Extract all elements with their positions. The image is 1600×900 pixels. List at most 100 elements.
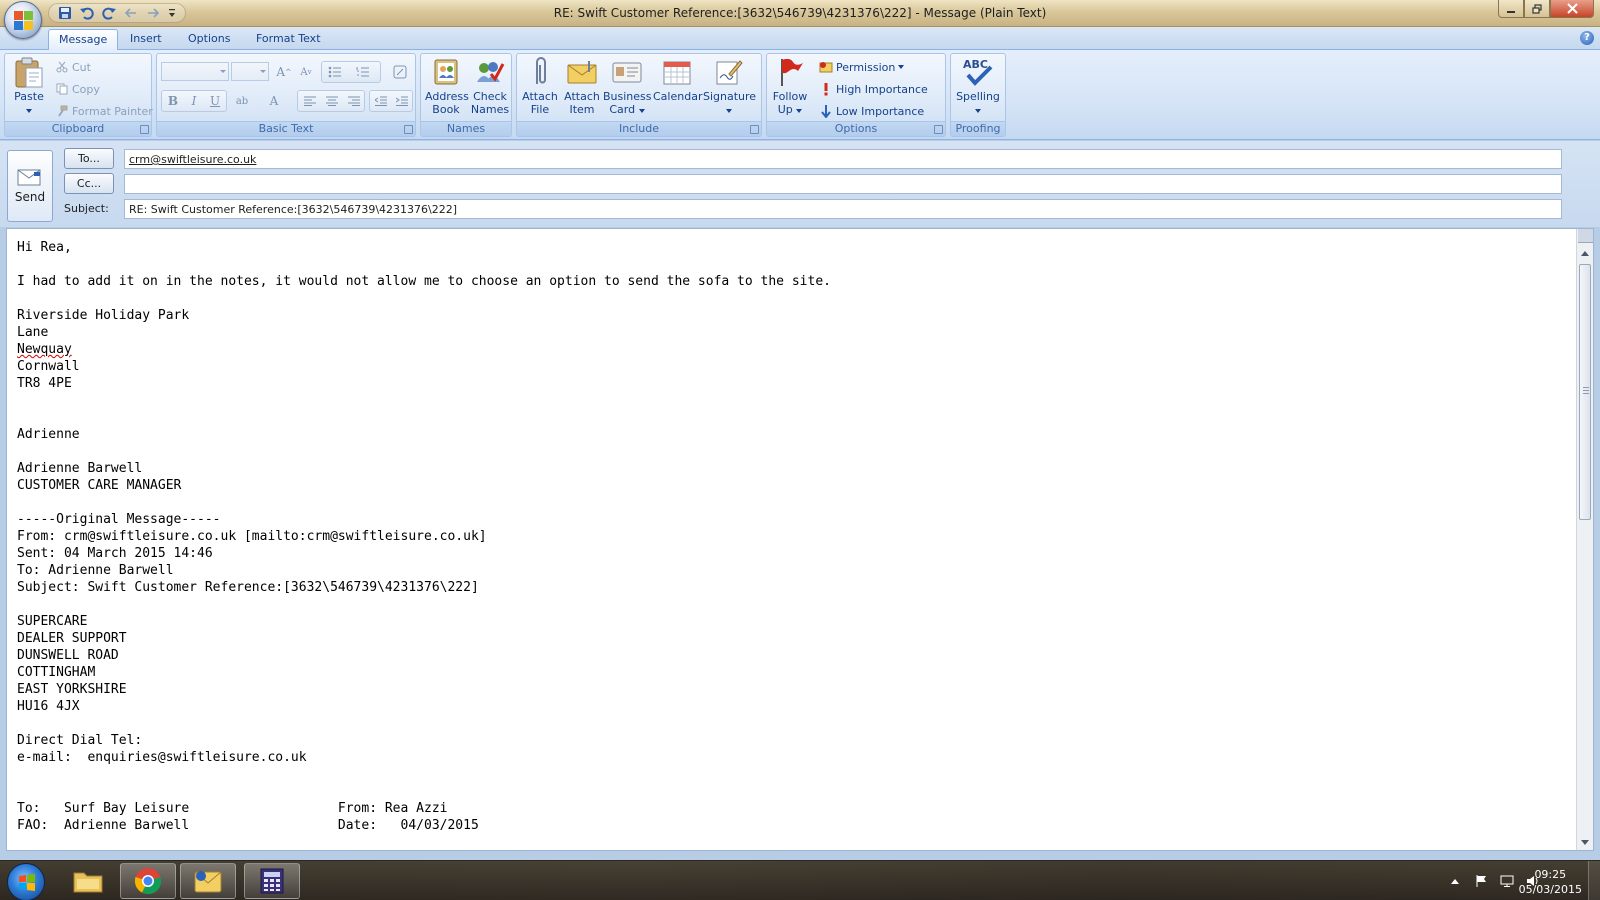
cut-button[interactable]: Cut <box>55 58 91 76</box>
basic-text-dialog-launcher-icon[interactable] <box>404 125 413 134</box>
paste-icon <box>13 56 45 88</box>
high-importance-label: High Importance <box>836 82 928 96</box>
font-color-icon[interactable]: A <box>263 91 285 111</box>
attach-file-button[interactable]: Attach File <box>519 56 561 116</box>
vertical-scrollbar[interactable] <box>1576 229 1593 850</box>
help-icon[interactable]: ? <box>1580 31 1594 45</box>
numbering-icon[interactable] <box>352 62 374 82</box>
high-importance-button[interactable]: High Importance <box>819 80 928 98</box>
title-bar: RE: Swift Customer Reference:[3632\54673… <box>0 0 1600 27</box>
shrink-font-icon[interactable]: Av <box>295 62 317 82</box>
attach-item-label-line2: Item <box>569 103 595 116</box>
align-right-icon[interactable] <box>343 91 365 111</box>
clipboard-group: Paste Cut Copy Format Painter Clipboard <box>4 53 153 137</box>
close-icon[interactable] <box>1550 0 1594 18</box>
format-painter-button[interactable]: Format Painter <box>55 102 153 120</box>
office-button[interactable] <box>4 1 42 39</box>
low-importance-button[interactable]: Low Importance <box>819 102 924 120</box>
tab-options[interactable]: Options <box>178 29 240 50</box>
check-names-button[interactable]: Check Names <box>469 56 511 116</box>
address-book-button[interactable]: Address Book <box>425 56 469 116</box>
to-button[interactable]: To... <box>64 148 114 169</box>
body-line: e-mail: enquiries@swiftleisure.co.uk <box>17 750 307 765</box>
business-card-label-line1: Business <box>603 90 652 103</box>
minimize-icon[interactable] <box>1498 0 1524 18</box>
window-title: RE: Swift Customer Reference:[3632\54673… <box>553 6 1047 20</box>
options-group: Follow Up Permission High Importance Low… <box>766 53 946 137</box>
tab-format-text[interactable]: Format Text <box>246 29 331 50</box>
chevron-down-icon <box>260 70 266 73</box>
taskbar-chrome-button[interactable] <box>120 863 176 899</box>
options-dialog-launcher-icon[interactable] <box>934 125 943 134</box>
increase-indent-icon[interactable] <box>391 91 413 111</box>
paste-button[interactable]: Paste <box>9 56 49 116</box>
envelope-icon <box>566 56 598 88</box>
decrease-indent-icon[interactable] <box>370 91 392 111</box>
copy-button[interactable]: Copy <box>55 80 100 98</box>
business-card-button[interactable]: Business Card <box>603 56 652 116</box>
taskbar-outlook-button[interactable] <box>180 863 236 899</box>
tab-insert[interactable]: Insert <box>120 29 172 50</box>
signature-button[interactable]: Signature <box>703 56 757 116</box>
include-group: Attach File Attach Item Business Card Ca… <box>516 53 762 137</box>
italic-icon[interactable]: I <box>183 91 205 111</box>
signature-icon <box>713 56 745 88</box>
taskbar-explorer-button[interactable] <box>60 863 116 899</box>
address-book-label-line1: Address <box>425 90 469 103</box>
cc-field[interactable] <box>124 174 1562 194</box>
attach-item-label-line1: Attach <box>564 90 600 103</box>
message-body-editor[interactable]: Hi Rea, I had to add it on in the notes,… <box>6 228 1594 851</box>
bullets-icon[interactable] <box>324 62 346 82</box>
message-body-text[interactable]: Hi Rea, I had to add it on in the notes,… <box>17 239 1557 844</box>
show-hidden-icons-icon[interactable] <box>1448 874 1462 888</box>
business-card-icon <box>611 56 643 88</box>
subject-field[interactable]: RE: Swift Customer Reference:[3632\54673… <box>124 199 1562 219</box>
start-button[interactable] <box>7 863 45 900</box>
permission-button[interactable]: Permission <box>819 58 905 76</box>
body-line <box>17 596 1557 613</box>
subject-label: Subject: <box>64 202 109 215</box>
ruler-toggle-icon[interactable] <box>1578 229 1593 243</box>
align-left-icon[interactable] <box>299 91 321 111</box>
options-group-label: Options <box>767 121 945 136</box>
spelling-button[interactable]: ABC Spelling <box>953 56 1003 116</box>
include-dialog-launcher-icon[interactable] <box>750 125 759 134</box>
send-button[interactable]: Send <box>7 150 53 222</box>
recipient-address[interactable]: crm@swiftleisure.co.uk <box>129 153 256 166</box>
underline-icon[interactable]: U <box>204 91 226 111</box>
clipboard-dialog-launcher-icon[interactable] <box>140 125 149 134</box>
cc-button[interactable]: Cc... <box>64 173 114 194</box>
align-center-icon[interactable] <box>321 91 343 111</box>
signature-label: Signature <box>703 90 757 103</box>
indent-buttons <box>369 90 413 112</box>
body-line: Subject: Swift Customer Reference:[3632\… <box>17 580 479 595</box>
grow-font-icon[interactable]: A ^ <box>273 62 295 82</box>
names-group: Address Book Check Names Names <box>420 53 512 137</box>
follow-up-label-line1: Follow <box>772 90 808 103</box>
follow-up-button[interactable]: Follow Up <box>769 56 811 116</box>
taskbar-calculator-button[interactable] <box>244 863 300 899</box>
copy-label: Copy <box>72 82 100 96</box>
spelling-label: Spelling <box>956 90 1000 103</box>
misspelled-word[interactable]: Newquay <box>17 342 72 357</box>
highlight-icon[interactable]: ab <box>231 91 253 111</box>
restore-icon[interactable] <box>1524 0 1550 18</box>
calendar-button[interactable]: Calendar <box>653 56 702 103</box>
font-size-combo[interactable] <box>231 62 269 81</box>
check-names-label-line1: Check <box>473 90 507 103</box>
scroll-up-icon[interactable] <box>1577 245 1593 261</box>
body-line: Adrienne Barwell <box>17 461 143 476</box>
scroll-down-icon[interactable] <box>1577 834 1593 850</box>
business-card-label-line2: Card <box>603 103 651 116</box>
to-field[interactable]: crm@swiftleisure.co.uk <box>124 149 1562 169</box>
action-center-flag-icon[interactable] <box>1474 874 1488 888</box>
font-name-combo[interactable] <box>161 62 229 81</box>
clear-formatting-icon[interactable] <box>389 62 411 82</box>
tab-message[interactable]: Message <box>48 29 119 50</box>
network-icon[interactable] <box>1500 874 1514 888</box>
scrollbar-thumb[interactable] <box>1579 264 1591 520</box>
bold-icon[interactable]: B <box>162 91 184 111</box>
taskbar-clock[interactable]: 09:25 05/03/2015 <box>1519 867 1582 897</box>
show-desktop-button[interactable] <box>1588 861 1600 900</box>
attach-item-button[interactable]: Attach Item <box>561 56 603 116</box>
